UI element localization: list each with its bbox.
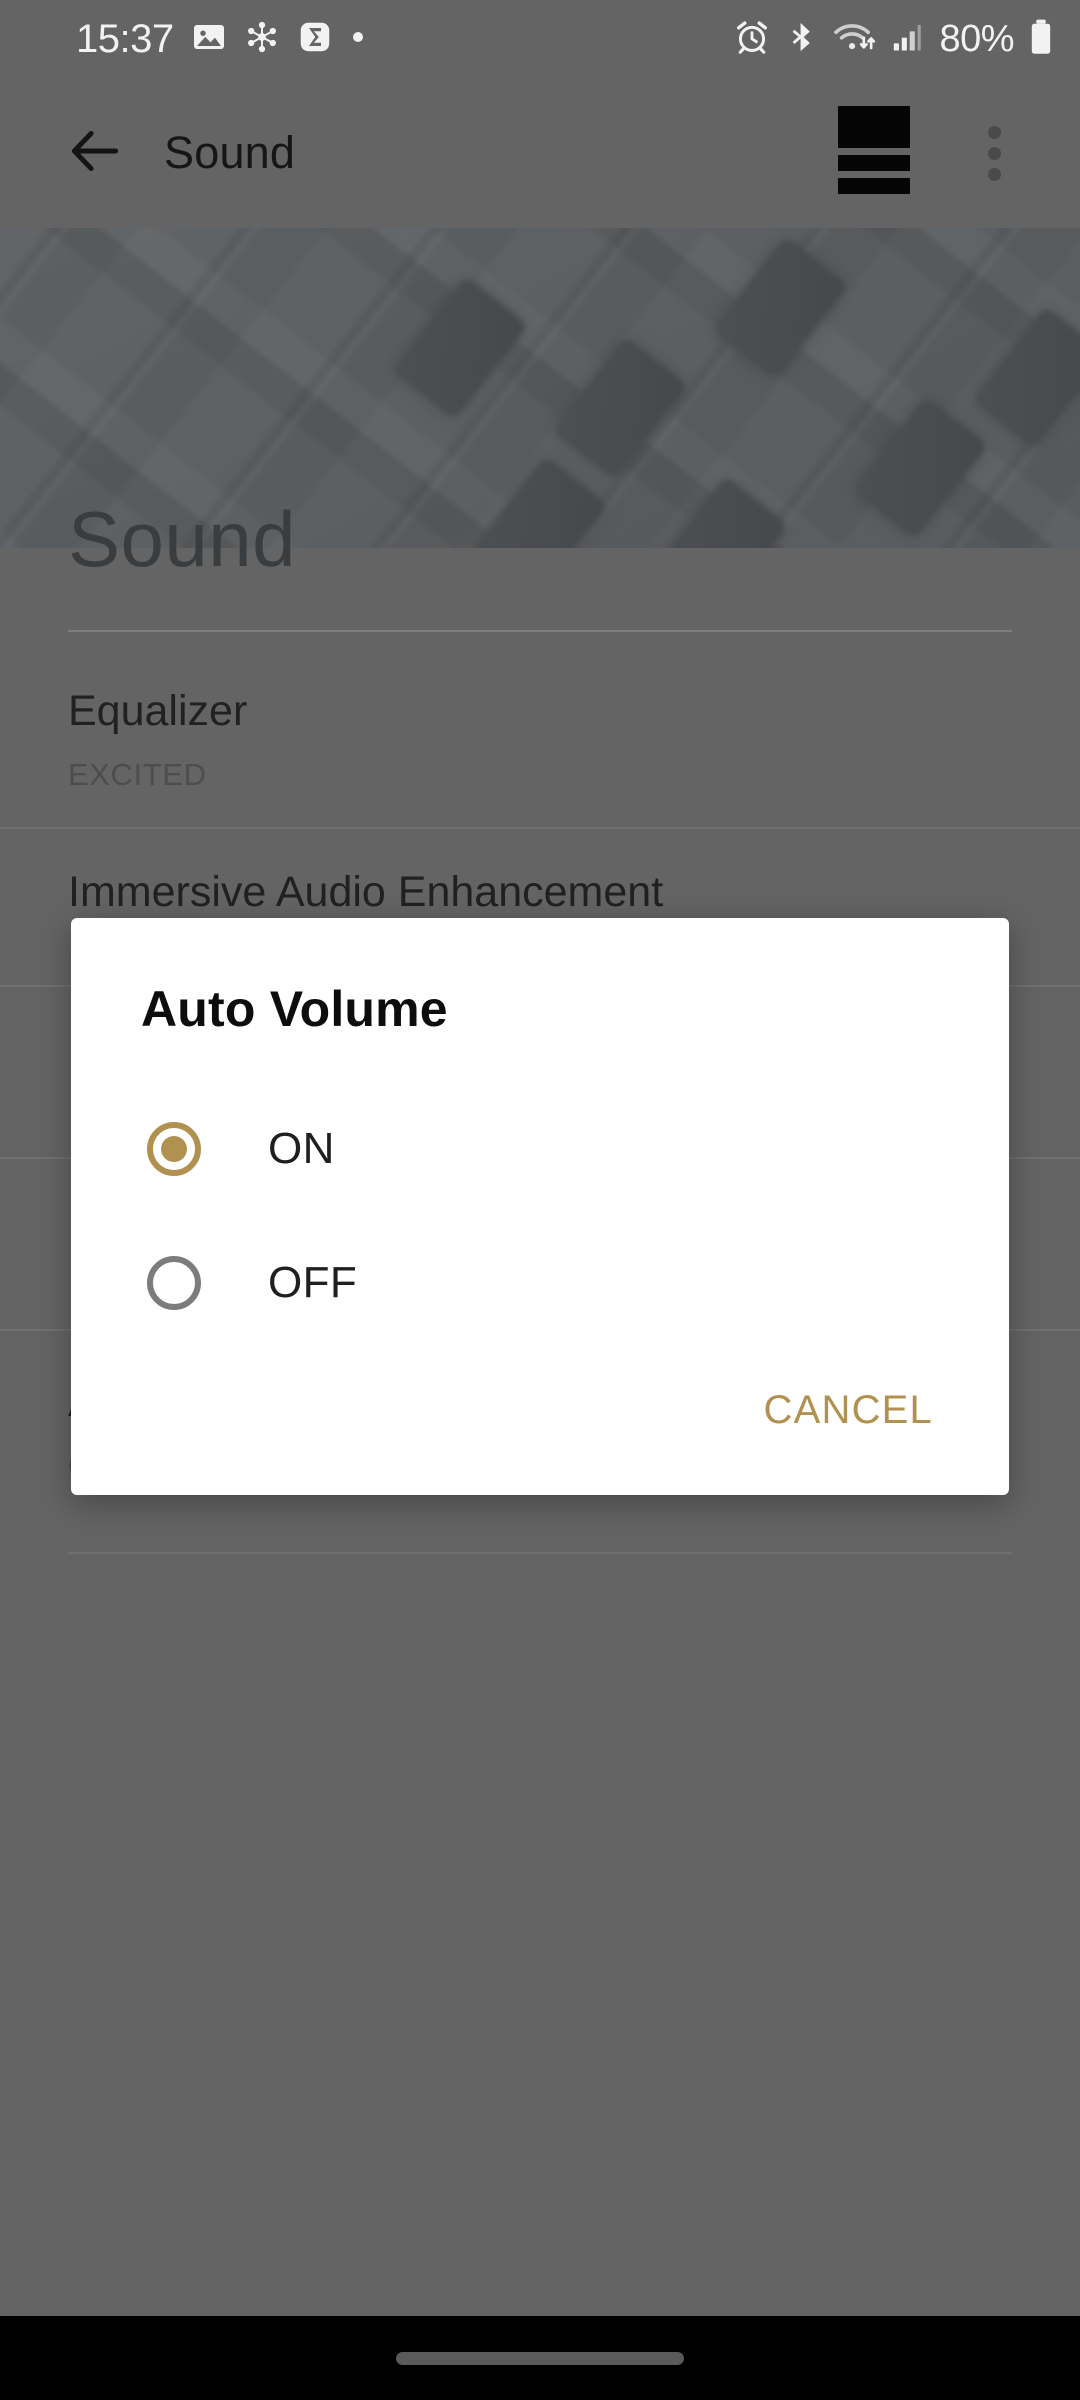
radio-dot <box>161 1136 187 1162</box>
radio-label-on: ON <box>268 1124 335 1173</box>
radio-button-off-icon[interactable] <box>147 1256 201 1310</box>
dialog-title: Auto Volume <box>141 981 448 1037</box>
dialog-options: ON OFF <box>71 1038 1009 1356</box>
radio-button-on-icon[interactable] <box>147 1122 201 1176</box>
dialog-actions: CANCEL <box>71 1356 1009 1495</box>
radio-option-on[interactable]: ON <box>71 1082 1009 1216</box>
gesture-pill[interactable] <box>396 2351 684 2365</box>
radio-label-off: OFF <box>268 1258 358 1307</box>
phone-screen: 15:37 80% Sound Sound Equalizer EXCITED … <box>0 0 1080 2400</box>
radio-option-off[interactable]: OFF <box>71 1216 1009 1350</box>
auto-volume-dialog: Auto Volume ON OFF CANCEL <box>71 918 1009 1495</box>
navigation-bar <box>0 2316 1080 2400</box>
cancel-button[interactable]: CANCEL <box>760 1378 937 1443</box>
